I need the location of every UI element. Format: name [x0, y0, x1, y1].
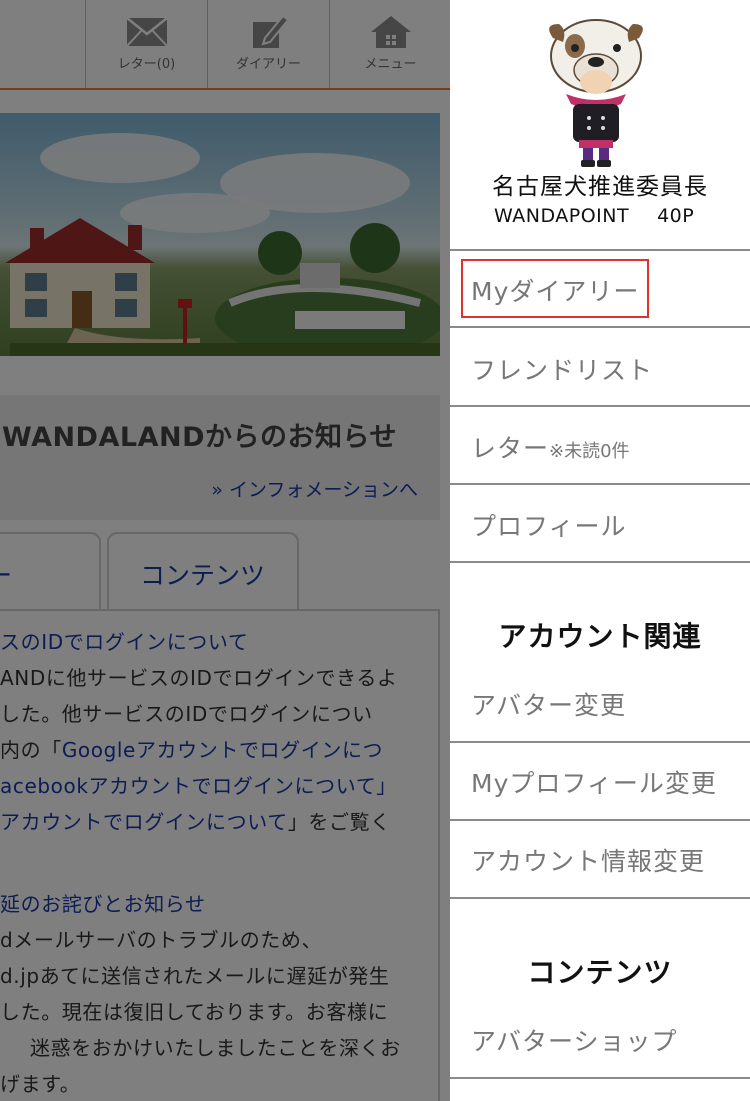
menu-item-avatar-shop[interactable]: アバターショップ	[471, 1022, 678, 1058]
menu-divider	[450, 326, 750, 328]
menu-divider	[450, 897, 750, 899]
menu-item-friend-list[interactable]: フレンドリスト	[471, 351, 653, 387]
menu-item-change-avatar[interactable]: アバター変更	[471, 686, 626, 722]
user-name: 名古屋犬推進委員長	[492, 174, 708, 200]
menu-divider	[450, 249, 750, 251]
modal-overlay[interactable]	[0, 0, 450, 1101]
menu-item-change-my-profile[interactable]: Myプロフィール変更	[471, 764, 717, 800]
points-label: WANDAPOINT	[494, 205, 630, 227]
menu-divider	[450, 561, 750, 563]
menu-divider	[450, 405, 750, 407]
unread-count: ※未読0件	[549, 441, 630, 462]
menu-divider	[450, 1077, 750, 1079]
section-contents-title: コンテンツ	[527, 956, 673, 989]
menu-divider	[450, 483, 750, 485]
menu-item-my-diary-label: Myダイアリー	[471, 277, 640, 306]
menu-item-letter[interactable]: レター※未読0件	[471, 429, 630, 465]
points-row: WANDAPOINT 40P	[494, 205, 694, 227]
menu-item-letter-label: レター	[471, 434, 550, 463]
points-value: 40P	[657, 205, 695, 227]
menu-item-change-account-info[interactable]: アカウント情報変更	[471, 842, 705, 878]
section-account-title: アカウント関連	[498, 620, 702, 653]
menu-divider	[450, 819, 750, 821]
menu-item-profile[interactable]: プロフィール	[471, 507, 627, 543]
main-page: レター(0) ダイアリー メニュー	[0, 0, 450, 1101]
user-avatar[interactable]	[541, 16, 651, 168]
menu-divider	[450, 741, 750, 743]
